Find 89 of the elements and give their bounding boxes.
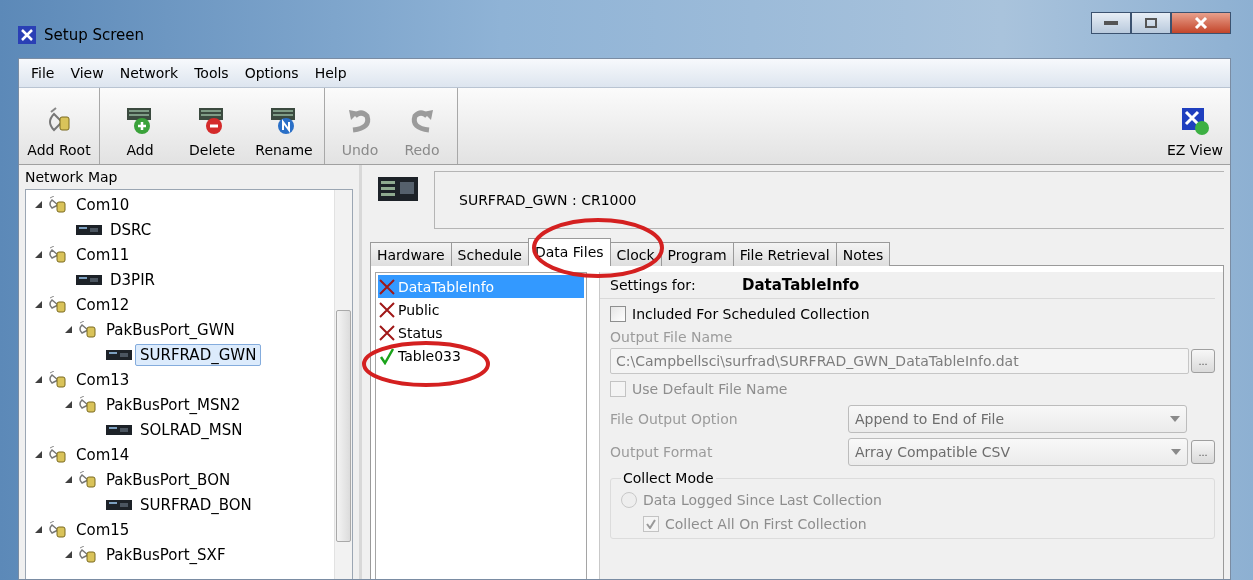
- datalogger-icon: [106, 498, 132, 511]
- table-list-item[interactable]: Status: [378, 321, 584, 344]
- close-button[interactable]: [1171, 12, 1231, 34]
- tree-item[interactable]: SURFRAD_GWN: [135, 343, 262, 366]
- check-icon: [378, 346, 396, 365]
- menu-item[interactable]: View: [64, 63, 110, 83]
- tree-item[interactable]: D3PIR: [105, 268, 160, 291]
- device-name: SURFRAD_GWN : CR1000: [459, 192, 637, 208]
- toolbar-button[interactable]: Add Root: [23, 88, 95, 164]
- tab[interactable]: File Retrieval: [732, 242, 837, 266]
- expander-icon[interactable]: [64, 550, 73, 559]
- connector-icon: [76, 470, 98, 489]
- app-icon: [18, 26, 36, 44]
- caret-icon: [1170, 416, 1180, 422]
- tree-item[interactable]: Com13: [71, 368, 135, 391]
- tree-item[interactable]: PakBusPort_MSN2: [101, 393, 246, 416]
- connector-icon: [46, 520, 68, 539]
- tree-item[interactable]: Com14: [71, 443, 135, 466]
- checkmark-icon: [646, 519, 656, 529]
- cross-icon: [378, 300, 396, 319]
- table-name: DataTableInfo: [742, 276, 860, 294]
- connector-icon: [76, 545, 98, 564]
- table-list-item[interactable]: Public: [378, 298, 584, 321]
- datalogger-icon: [76, 273, 102, 286]
- tree-item[interactable]: Com10: [71, 193, 135, 216]
- connector-icon: [76, 395, 98, 414]
- tab[interactable]: Clock: [609, 242, 662, 266]
- browse-button[interactable]: ...: [1191, 440, 1215, 464]
- scheduled-collection-checkbox[interactable]: Included For Scheduled Collection: [610, 302, 1215, 326]
- expander-icon[interactable]: [34, 250, 43, 259]
- menu-item[interactable]: Tools: [188, 63, 235, 83]
- tree-item[interactable]: PakBusPort_GWN: [101, 318, 240, 341]
- expander-icon[interactable]: [34, 525, 43, 534]
- tree-item[interactable]: DSRC: [105, 218, 157, 241]
- tab[interactable]: Program: [660, 242, 734, 266]
- cross-icon: [378, 277, 396, 296]
- maximize-icon: [1145, 18, 1157, 28]
- connector-icon: [46, 445, 68, 464]
- toolbar-button[interactable]: Rename: [248, 88, 320, 164]
- menu-item[interactable]: Network: [113, 63, 185, 83]
- panel-title: Network Map: [24, 168, 119, 187]
- menu-item[interactable]: Options: [238, 63, 305, 83]
- menu-item[interactable]: Help: [308, 63, 353, 83]
- toolbar-button[interactable]: EZ View: [1160, 88, 1230, 164]
- tab[interactable]: Notes: [835, 242, 891, 266]
- connector-icon: [46, 295, 68, 314]
- connector-icon: [46, 370, 68, 389]
- table-list-item[interactable]: Table033: [378, 344, 584, 367]
- field-label: Output Format: [610, 444, 714, 460]
- datalogger-icon: [106, 348, 132, 361]
- expander-icon[interactable]: [34, 450, 43, 459]
- close-icon: [1194, 17, 1208, 29]
- expander-icon[interactable]: [64, 475, 73, 484]
- window-title: Setup Screen: [44, 26, 144, 44]
- tree-item[interactable]: Com15: [71, 518, 135, 541]
- datalogger-icon: [106, 423, 132, 436]
- scrollbar[interactable]: [334, 190, 352, 579]
- expander-icon[interactable]: [34, 300, 43, 309]
- datalogger-icon: [76, 223, 102, 236]
- menu-item[interactable]: File: [25, 63, 61, 83]
- field-label: File Output Option: [610, 411, 739, 427]
- expander-icon[interactable]: [64, 400, 73, 409]
- expander-icon[interactable]: [34, 200, 43, 209]
- tree-item[interactable]: SOLRAD_MSN: [135, 418, 248, 441]
- connector-icon: [76, 320, 98, 339]
- group-title: Collect Mode: [622, 470, 715, 486]
- tree-item[interactable]: Com11: [71, 243, 135, 266]
- connector-icon: [46, 195, 68, 214]
- maximize-button[interactable]: [1131, 12, 1171, 34]
- tree-item[interactable]: SURFRAD_BON: [135, 493, 257, 516]
- expander-icon[interactable]: [34, 375, 43, 384]
- field-label: Output File Name: [610, 329, 734, 345]
- datalogger-icon: [378, 177, 418, 201]
- caret-icon: [1171, 449, 1181, 455]
- toolbar-button[interactable]: Delete: [176, 88, 248, 164]
- tree-item[interactable]: PakBusPort_BON: [101, 468, 236, 491]
- settings-label: Settings for:: [610, 277, 697, 293]
- minimize-button[interactable]: [1091, 12, 1131, 34]
- tab[interactable]: Schedule: [450, 242, 529, 266]
- connector-icon: [46, 245, 68, 264]
- expander-icon[interactable]: [64, 325, 73, 334]
- toolbar-button[interactable]: Add: [104, 88, 176, 164]
- dropdown[interactable]: Array Compatible CSV: [848, 438, 1188, 466]
- tree-item[interactable]: Com12: [71, 293, 135, 316]
- tree-item[interactable]: PakBusPort_SXF: [101, 543, 231, 566]
- minimize-icon: [1104, 21, 1118, 25]
- dropdown[interactable]: Append to End of File: [848, 405, 1187, 433]
- tab[interactable]: Hardware: [370, 242, 452, 266]
- cross-icon: [378, 323, 396, 342]
